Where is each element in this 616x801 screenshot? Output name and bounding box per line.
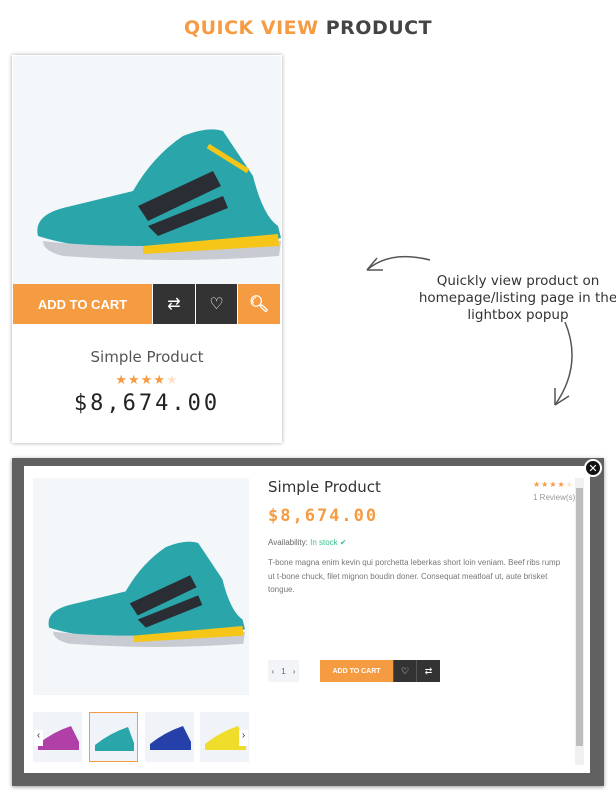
compare-icon: ⇄ (167, 296, 181, 313)
thumbs-prev-button[interactable]: ‹ (34, 730, 43, 746)
increase-button[interactable]: › (293, 667, 296, 676)
product-price: $8,674.00 (73, 391, 221, 416)
search-icon: 🔍︎ (248, 296, 270, 313)
shoe-image (48, 541, 245, 647)
modal-price: $8,674.00 (268, 506, 379, 526)
modal-description: T-bone magna enim kevin qui porchetta le… (268, 558, 561, 594)
quick-view-button[interactable]: 🔍︎ (238, 284, 280, 324)
page-heading: QUICK VIEW PRODUCT (183, 17, 433, 39)
decrease-button[interactable]: ‹ (272, 667, 275, 676)
heart-icon: ♡ (400, 665, 410, 676)
modal-main-image (33, 478, 249, 695)
product-card: ADD TO CART ⇄ ♡ 🔍︎ Simple Product ★★★★★ … (12, 55, 282, 443)
modal-compare-button[interactable]: ⇄ (416, 660, 440, 682)
wishlist-button[interactable]: ♡ (196, 284, 237, 324)
add-to-cart-button[interactable]: ADD TO CART (13, 284, 152, 324)
thumbnail[interactable] (145, 712, 194, 762)
close-icon: ✕ (588, 462, 598, 475)
modal-product-name: Simple Product (268, 478, 381, 496)
product-image[interactable] (13, 56, 282, 284)
heart-icon: ♡ (209, 296, 224, 313)
arrow-icons (366, 255, 573, 406)
rating-stars: ★★★★★ (115, 372, 179, 387)
quantity-stepper[interactable]: ‹ 1 › (268, 660, 299, 682)
scrollbar[interactable] (575, 478, 584, 765)
modal-rating-stars: ★★★★★ (533, 480, 574, 489)
scrollbar-thumb[interactable] (576, 488, 583, 746)
modal-wishlist-button[interactable]: ♡ (393, 660, 416, 682)
compare-icon: ⇄ (424, 665, 433, 676)
thumbs-next-button[interactable]: › (239, 730, 248, 746)
close-button[interactable]: ✕ (584, 459, 602, 477)
product-name[interactable]: Simple Product (12, 348, 282, 366)
thumbnail-selected[interactable] (89, 712, 138, 762)
check-icon: ✔ (339, 538, 347, 547)
modal-add-to-cart-button[interactable]: ADD TO CART (320, 660, 393, 682)
reviews-link[interactable]: 1 Review(s) (533, 493, 575, 502)
shoe-image (37, 129, 282, 260)
compare-button[interactable]: ⇄ (153, 284, 195, 324)
availability: Availability: In stock ✔ (268, 538, 347, 547)
